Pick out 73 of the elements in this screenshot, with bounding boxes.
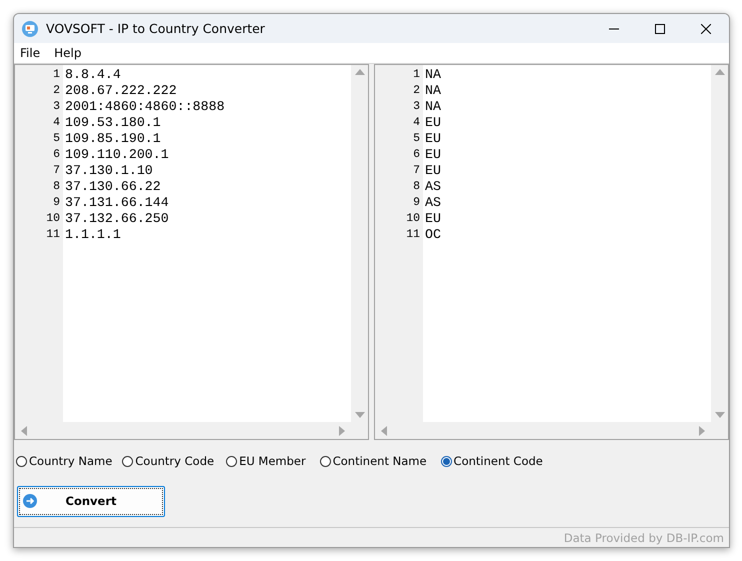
line-number: 4 — [52, 114, 61, 131]
text-line: NA — [425, 98, 442, 115]
text-line: 37.130.1.10 — [65, 162, 154, 179]
radio-option[interactable]: Continent Name — [320, 454, 427, 468]
text-line: 37.130.66.22 — [65, 178, 162, 195]
radio-option[interactable]: Country Code — [122, 454, 214, 468]
line-number: 6 — [52, 146, 61, 163]
radio-button[interactable] — [320, 456, 331, 467]
line-number: 5 — [52, 130, 61, 147]
menu-item[interactable]: File — [20, 46, 40, 60]
scroll-left-arrow-icon[interactable] — [21, 426, 27, 436]
line-number: 7 — [52, 162, 61, 179]
text-line: EU — [425, 210, 442, 227]
arrow-right-icon — [23, 494, 37, 508]
radio-option[interactable]: Continent Code — [440, 454, 543, 468]
radio-button[interactable] — [16, 456, 27, 467]
scroll-right-arrow-icon[interactable] — [699, 426, 705, 436]
line-number: 8 — [412, 178, 421, 195]
input-editor[interactable]: 1 2 3 4 5 6 7 8 9 10 11 8.8.4.4 208.67.222.222 2001:4860:4860::8888 109.53.180.1 109.85.190.1 109.110.200.1 37.130.1.10 37.130.66.22 37.131.66.144 37.132.66.250 1.1.1.1 — [14, 64, 369, 440]
app-icon — [22, 20, 38, 36]
line-number: 4 — [412, 114, 421, 131]
line-number: 9 — [52, 194, 61, 211]
line-number: 1 — [412, 66, 421, 83]
radio-button[interactable] — [226, 456, 238, 467]
text-line: 208.67.222.222 — [65, 82, 178, 99]
text-line: NA — [425, 66, 442, 83]
text-line: 8.8.4.4 — [65, 66, 122, 83]
line-number: 7 — [412, 162, 421, 179]
text-line: OC — [425, 226, 442, 243]
text-line: 1.1.1.1 — [65, 226, 122, 243]
line-number: 11 — [405, 226, 421, 243]
line-number: 8 — [52, 178, 61, 195]
text-line: 37.131.66.144 — [65, 194, 170, 211]
text-line: 109.85.190.1 — [65, 130, 162, 147]
line-number: 11 — [45, 226, 61, 243]
text-line: 109.110.200.1 — [65, 146, 170, 163]
scroll-up-arrow-icon[interactable] — [354, 68, 364, 75]
text-line: 37.132.66.250 — [65, 210, 170, 227]
status-text: Data Provided by DB-IP.com — [564, 530, 724, 545]
text-line: EU — [425, 114, 442, 131]
output-editor[interactable]: 1 2 3 4 5 6 7 8 9 10 11 NA NA NA EU EU EU EU AS AS EU OC — [374, 64, 729, 440]
line-number: 2 — [412, 82, 421, 99]
scroll-right-arrow-icon[interactable] — [339, 426, 345, 436]
line-number: 10 — [45, 210, 61, 227]
line-number: 9 — [412, 194, 421, 211]
scroll-down-arrow-icon[interactable] — [714, 412, 724, 418]
radio-option[interactable]: EU Member — [226, 454, 306, 468]
convert-button[interactable]: Convert — [17, 486, 165, 517]
text-line: NA — [425, 82, 442, 99]
radio-button[interactable] — [440, 456, 452, 467]
close-icon — [701, 24, 711, 34]
radio-button[interactable] — [122, 456, 134, 467]
text-line: EU — [425, 146, 442, 163]
text-line: AS — [425, 178, 442, 195]
line-number: 3 — [412, 98, 421, 115]
line-number: 5 — [412, 130, 421, 147]
radio-option[interactable]: Country Name — [16, 454, 112, 468]
line-number: 6 — [412, 146, 421, 163]
line-number: 1 — [52, 66, 61, 83]
line-number: 2 — [52, 82, 61, 99]
text-line: 109.53.180.1 — [65, 114, 162, 131]
text-line: 2001:4860:4860::8888 — [65, 98, 226, 115]
scroll-down-arrow-icon[interactable] — [354, 412, 364, 418]
text-line: AS — [425, 194, 442, 211]
scroll-left-arrow-icon[interactable] — [381, 426, 387, 436]
window-title: VOVSOFT - IP to Country Converter — [46, 21, 266, 36]
text-line: EU — [425, 162, 442, 179]
text-line: EU — [425, 130, 442, 147]
scroll-up-arrow-icon[interactable] — [714, 68, 724, 75]
menu-item[interactable]: Help — [54, 46, 82, 60]
line-number: 10 — [405, 210, 421, 227]
line-number: 3 — [52, 98, 61, 115]
maximize-icon — [655, 24, 665, 34]
